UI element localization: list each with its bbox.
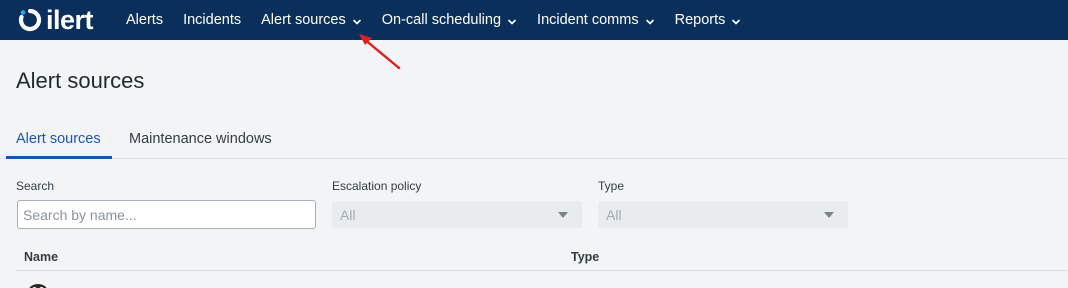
page-title: Alert sources: [16, 68, 145, 93]
caret-down-icon: [824, 212, 834, 218]
nav-item-alerts[interactable]: Alerts: [126, 12, 163, 28]
caret-down-icon: [558, 212, 568, 218]
active-tab-indicator: [6, 156, 112, 159]
nav-item-label: Incident comms: [537, 12, 639, 28]
escalation-policy-select[interactable]: All: [332, 201, 582, 228]
nav-item-label: On-call scheduling: [381, 12, 502, 28]
tab-maintenance-windows[interactable]: Maintenance windows: [129, 131, 272, 147]
search-input[interactable]: [17, 200, 316, 229]
source-avatar-icon: [29, 284, 47, 288]
red-arrow-annotation: [359, 34, 401, 70]
column-header-type[interactable]: Type: [571, 250, 599, 264]
search-label: Search: [16, 179, 55, 193]
column-header-name[interactable]: Name: [24, 250, 58, 264]
chevron-down-icon: [507, 15, 517, 25]
tab-bar: Alert sources Maintenance windows: [0, 122, 1068, 159]
chevron-down-icon: [645, 15, 655, 25]
chevron-down-icon: [352, 15, 362, 25]
main-menu: Alerts Incidents Alert sources On-call s…: [126, 0, 761, 40]
ilert-logo[interactable]: ilert: [18, 5, 94, 35]
nav-item-incident-comms[interactable]: Incident comms: [537, 12, 655, 28]
ilert-logo-icon: [18, 8, 42, 32]
nav-item-label: Incidents: [183, 12, 242, 28]
escalation-policy-value: All: [340, 207, 356, 223]
escalation-policy-label: Escalation policy: [332, 179, 422, 193]
nav-item-on-call-scheduling[interactable]: On-call scheduling: [382, 12, 517, 28]
nav-item-label: Alert sources: [261, 12, 346, 28]
nav-item-label: Reports: [674, 12, 726, 28]
nav-item-reports[interactable]: Reports: [675, 12, 742, 28]
type-label: Type: [598, 179, 625, 193]
nav-item-alert-sources[interactable]: Alert sources: [261, 12, 362, 28]
nav-item-label: Alerts: [126, 12, 164, 28]
logo-text: ilert: [46, 5, 94, 35]
top-navigation-bar: ilert Alerts Incidents Alert sources On-…: [0, 0, 1068, 40]
type-value: All: [606, 207, 622, 223]
tab-alert-sources[interactable]: Alert sources: [16, 131, 101, 147]
chevron-down-icon: [731, 15, 741, 25]
nav-item-incidents[interactable]: Incidents: [183, 12, 241, 28]
table-header: Name Type: [16, 250, 1068, 271]
type-select[interactable]: All: [598, 201, 848, 228]
